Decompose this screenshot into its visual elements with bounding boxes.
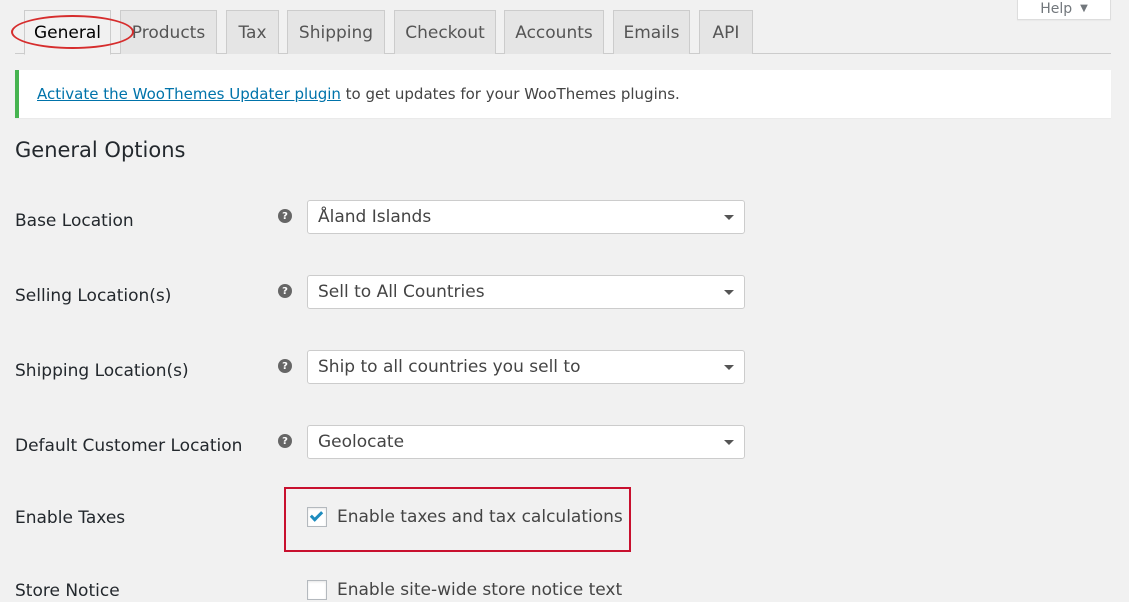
selling-location-select[interactable]: Sell to All Countries bbox=[307, 275, 745, 309]
dropdown-arrow-icon bbox=[724, 290, 734, 295]
tab-shipping[interactable]: Shipping bbox=[287, 10, 385, 54]
dropdown-arrow-icon bbox=[724, 365, 734, 370]
shipping-location-select[interactable]: Ship to all countries you sell to bbox=[307, 350, 745, 384]
tab-accounts[interactable]: Accounts bbox=[504, 10, 604, 54]
enable-taxes-label: Enable Taxes bbox=[15, 508, 126, 528]
tab-label: Checkout bbox=[405, 22, 485, 43]
store-notice-checkbox[interactable] bbox=[307, 580, 327, 600]
tab-general[interactable]: General bbox=[24, 10, 111, 55]
activate-updater-link[interactable]: Activate the WooThemes Updater plugin bbox=[37, 85, 341, 103]
select-value: Sell to All Countries bbox=[318, 282, 485, 302]
store-notice-checkbox-label[interactable]: Enable site-wide store notice text bbox=[337, 580, 622, 600]
enable-taxes-checkbox[interactable] bbox=[307, 507, 327, 527]
tab-checkout[interactable]: Checkout bbox=[394, 10, 496, 54]
base-location-select[interactable]: Åland Islands bbox=[307, 200, 745, 234]
dropdown-arrow-icon bbox=[724, 440, 734, 445]
select-value: Ship to all countries you sell to bbox=[318, 357, 581, 377]
select-value: Geolocate bbox=[318, 432, 405, 452]
section-title: General Options bbox=[15, 138, 186, 162]
shipping-location-label: Shipping Location(s) bbox=[15, 361, 189, 381]
tab-label: Accounts bbox=[515, 22, 593, 43]
dropdown-arrow-icon bbox=[724, 215, 734, 220]
selling-location-label: Selling Location(s) bbox=[15, 286, 172, 306]
settings-tabs: General Products Tax Shipping Checkout A… bbox=[15, 10, 1111, 55]
notice-text: to get updates for your WooThemes plugin… bbox=[340, 85, 680, 103]
enable-taxes-checkbox-label[interactable]: Enable taxes and tax calculations bbox=[337, 507, 623, 527]
tab-label: Shipping bbox=[298, 22, 374, 43]
tab-label: Emails bbox=[623, 22, 680, 43]
help-question-icon[interactable]: ? bbox=[278, 359, 292, 373]
tab-tax[interactable]: Tax bbox=[226, 10, 279, 54]
help-question-icon[interactable]: ? bbox=[278, 284, 292, 298]
tab-label: Products bbox=[131, 22, 206, 43]
woocommerce-settings-page: Help ▼ General Products Tax Shipping Che… bbox=[0, 0, 1129, 602]
default-customer-location-label: Default Customer Location bbox=[15, 436, 243, 456]
tab-label: General bbox=[34, 22, 101, 43]
updater-notice: Activate the WooThemes Updater plugin to… bbox=[15, 70, 1111, 118]
tab-emails[interactable]: Emails bbox=[613, 10, 690, 54]
store-notice-label: Store Notice bbox=[15, 581, 120, 601]
tab-products[interactable]: Products bbox=[120, 10, 217, 54]
tab-label: API bbox=[712, 22, 740, 43]
tab-api[interactable]: API bbox=[699, 10, 753, 54]
checkmark-icon bbox=[309, 508, 324, 522]
help-question-icon[interactable]: ? bbox=[278, 434, 292, 448]
select-value: Åland Islands bbox=[318, 207, 432, 227]
tab-label: Tax bbox=[238, 22, 267, 43]
base-location-label: Base Location bbox=[15, 211, 134, 231]
default-customer-location-select[interactable]: Geolocate bbox=[307, 425, 745, 459]
help-question-icon[interactable]: ? bbox=[278, 209, 292, 223]
